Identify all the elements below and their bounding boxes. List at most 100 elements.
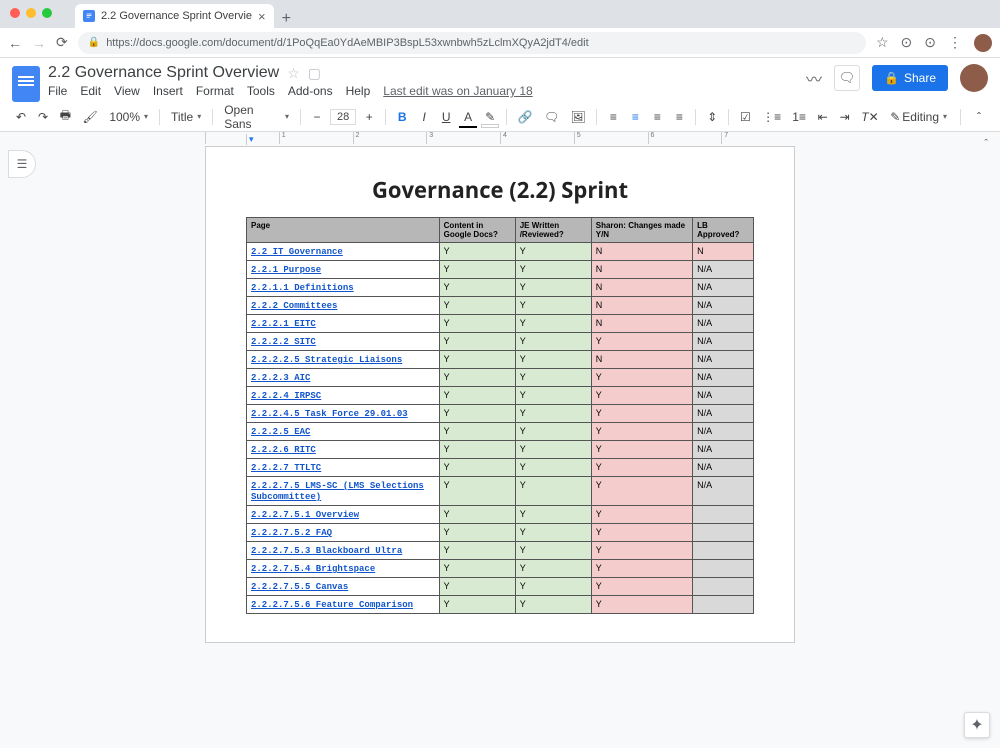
table-row[interactable]: 2.2.2.4.5 Task Force 29.01.03YYYN/A — [247, 405, 754, 423]
table-row[interactable]: 2.2.2.1 EITCYYNN/A — [247, 315, 754, 333]
checklist-button[interactable]: ☑ — [736, 107, 754, 127]
docs-logo-icon[interactable] — [12, 66, 40, 102]
table-row[interactable]: 2.2.2.7.5.6 Feature ComparisonYYY — [247, 596, 754, 614]
table-row[interactable]: 2.2.2.2 SITCYYYN/A — [247, 333, 754, 351]
status-cell[interactable] — [693, 542, 754, 560]
status-cell[interactable]: Y — [591, 369, 692, 387]
undo-button[interactable]: ↶ — [12, 107, 30, 127]
status-cell[interactable]: N/A — [693, 261, 754, 279]
table-row[interactable]: 2.2 IT GovernanceYYNN — [247, 243, 754, 261]
status-cell[interactable]: Y — [515, 315, 591, 333]
line-spacing-button[interactable]: ⇕ — [703, 107, 721, 127]
status-cell[interactable]: Y — [591, 524, 692, 542]
underline-button[interactable]: U — [437, 107, 455, 127]
minimize-window-icon[interactable] — [26, 8, 36, 18]
status-cell[interactable]: N/A — [693, 477, 754, 506]
status-cell[interactable]: Y — [439, 279, 515, 297]
page-link[interactable]: 2.2.2.5 EAC — [251, 427, 310, 437]
status-cell[interactable]: Y — [515, 441, 591, 459]
menu-file[interactable]: File — [48, 84, 67, 98]
menu-view[interactable]: View — [114, 84, 140, 98]
status-cell[interactable]: Y — [515, 477, 591, 506]
status-cell[interactable]: Y — [591, 333, 692, 351]
table-row[interactable]: 2.2.1.1 DefinitionsYYNN/A — [247, 279, 754, 297]
status-cell[interactable]: N — [591, 261, 692, 279]
page-link[interactable]: 2.2.2.7.5 LMS-SC (LMS Selections Subcomm… — [251, 481, 424, 502]
align-justify-button[interactable]: ≡ — [670, 107, 688, 127]
status-cell[interactable]: Y — [439, 506, 515, 524]
table-row[interactable]: 2.2.2.7.5.4 BrightspaceYYY — [247, 560, 754, 578]
status-cell[interactable]: Y — [515, 405, 591, 423]
hide-ruler-icon[interactable]: ˆ — [984, 138, 988, 150]
status-cell[interactable]: Y — [515, 351, 591, 369]
status-cell[interactable]: Y — [515, 333, 591, 351]
page-link[interactable]: 2.2.2.7 TTLTC — [251, 463, 321, 473]
table-row[interactable]: 2.2.2.5 EACYYYN/A — [247, 423, 754, 441]
extension-icon[interactable]: ⊙ — [924, 34, 936, 51]
outline-toggle-button[interactable]: ☰ — [8, 150, 36, 178]
status-cell[interactable]: Y — [515, 560, 591, 578]
font-dropdown[interactable]: Open Sans — [220, 101, 293, 133]
status-cell[interactable]: Y — [591, 542, 692, 560]
status-cell[interactable]: N/A — [693, 405, 754, 423]
back-button[interactable]: ← — [8, 35, 22, 51]
status-cell[interactable]: Y — [439, 297, 515, 315]
star-icon[interactable]: ☆ — [287, 65, 300, 82]
share-button[interactable]: 🔒 Share — [872, 65, 948, 91]
reload-button[interactable]: ⟳ — [56, 34, 68, 51]
status-cell[interactable]: Y — [439, 405, 515, 423]
status-cell[interactable] — [693, 596, 754, 614]
document-canvas[interactable]: ☰ ˆ ▾ 1 2 3 4 5 6 7 Governance (2.2) Spr… — [0, 132, 1000, 748]
font-size-field[interactable]: 28 — [330, 109, 356, 125]
status-cell[interactable]: Y — [515, 524, 591, 542]
status-cell[interactable]: N/A — [693, 423, 754, 441]
collapse-toolbar-button[interactable]: ˆ — [970, 107, 988, 127]
account-avatar[interactable] — [960, 64, 988, 92]
page-link[interactable]: 2.2 IT Governance — [251, 247, 343, 257]
status-cell[interactable]: Y — [515, 387, 591, 405]
browser-tab[interactable]: 2.2 Governance Sprint Overvie × — [75, 4, 274, 28]
doc-heading[interactable]: Governance (2.2) Sprint — [246, 175, 754, 205]
document-page[interactable]: Governance (2.2) Sprint PageContent in G… — [205, 146, 795, 643]
status-cell[interactable]: Y — [439, 596, 515, 614]
status-cell[interactable]: Y — [439, 560, 515, 578]
maximize-window-icon[interactable] — [42, 8, 52, 18]
page-link[interactable]: 2.2.2.2 SITC — [251, 337, 316, 347]
status-cell[interactable]: Y — [591, 441, 692, 459]
status-cell[interactable]: Y — [515, 279, 591, 297]
status-cell[interactable]: Y — [591, 405, 692, 423]
status-cell[interactable]: Y — [439, 333, 515, 351]
status-cell[interactable]: Y — [591, 423, 692, 441]
last-edit-link[interactable]: Last edit was on January 18 — [383, 84, 532, 98]
menu-format[interactable]: Format — [196, 84, 234, 98]
status-cell[interactable]: Y — [515, 459, 591, 477]
extension-icon[interactable]: ⊙ — [901, 34, 913, 51]
sprint-table[interactable]: PageContent in Google Docs?JE Written /R… — [246, 217, 754, 614]
menu-icon[interactable]: ⋮ — [948, 34, 962, 51]
page-link[interactable]: 2.2.2.1 EITC — [251, 319, 316, 329]
close-window-icon[interactable] — [10, 8, 20, 18]
activity-icon[interactable]: 〰 — [806, 66, 822, 90]
zoom-dropdown[interactable]: 100% — [105, 108, 152, 126]
status-cell[interactable]: Y — [591, 387, 692, 405]
comments-button[interactable]: 🗨 — [834, 65, 860, 91]
status-cell[interactable]: N — [591, 351, 692, 369]
status-cell[interactable]: N/A — [693, 315, 754, 333]
page-link[interactable]: 2.2.2.3 AIC — [251, 373, 310, 383]
page-link[interactable]: 2.2.2.6 RITC — [251, 445, 316, 455]
page-link[interactable]: 2.2.2.7.5.6 Feature Comparison — [251, 600, 413, 610]
page-link[interactable]: 2.2.1.1 Definitions — [251, 283, 354, 293]
status-cell[interactable]: N/A — [693, 441, 754, 459]
table-row[interactable]: 2.2.1 PurposeYYNN/A — [247, 261, 754, 279]
bullet-list-button[interactable]: ⋮≡ — [759, 107, 785, 127]
status-cell[interactable] — [693, 560, 754, 578]
table-row[interactable]: 2.2.2.7 TTLTCYYYN/A — [247, 459, 754, 477]
column-header[interactable]: JE Written /Reviewed? — [515, 218, 591, 243]
indent-button[interactable]: ⇥ — [836, 107, 854, 127]
status-cell[interactable]: N/A — [693, 351, 754, 369]
status-cell[interactable]: Y — [439, 524, 515, 542]
status-cell[interactable]: N/A — [693, 387, 754, 405]
print-button[interactable]: 🖶 — [56, 103, 75, 130]
table-row[interactable]: 2.2.2.7.5.1 OverviewYYY — [247, 506, 754, 524]
status-cell[interactable]: Y — [439, 441, 515, 459]
